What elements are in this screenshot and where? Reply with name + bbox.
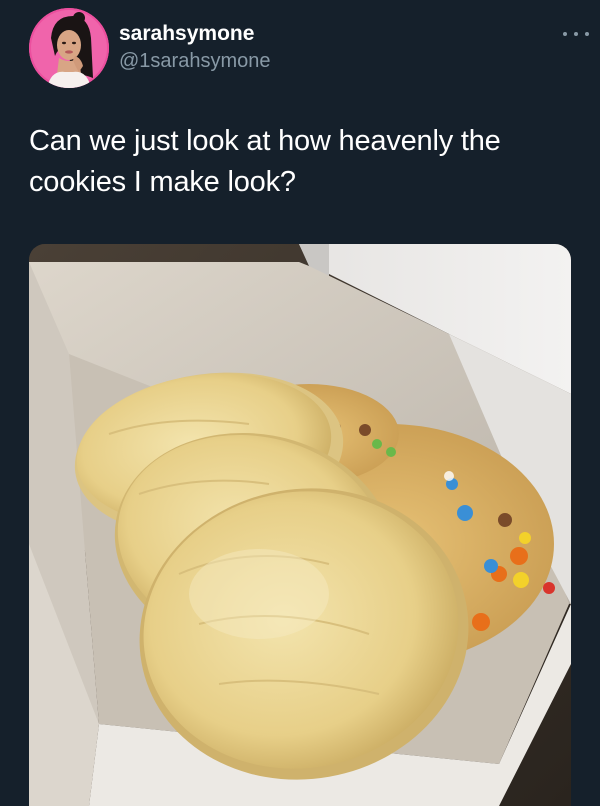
avatar[interactable] (29, 8, 109, 88)
more-dots-icon[interactable] (563, 26, 589, 42)
tweet-header: sarahsymone @1sarahsymone (29, 8, 589, 90)
tweet-media-photo[interactable] (29, 244, 571, 806)
display-name[interactable]: sarahsymone (119, 22, 270, 46)
author-names: sarahsymone @1sarahsymone (119, 22, 270, 74)
user-handle[interactable]: @1sarahsymone (119, 48, 270, 74)
tweet-text: Can we just look at how heavenly the coo… (29, 125, 501, 198)
tweet: sarahsymone @1sarahsymone Can we just lo… (0, 0, 600, 806)
